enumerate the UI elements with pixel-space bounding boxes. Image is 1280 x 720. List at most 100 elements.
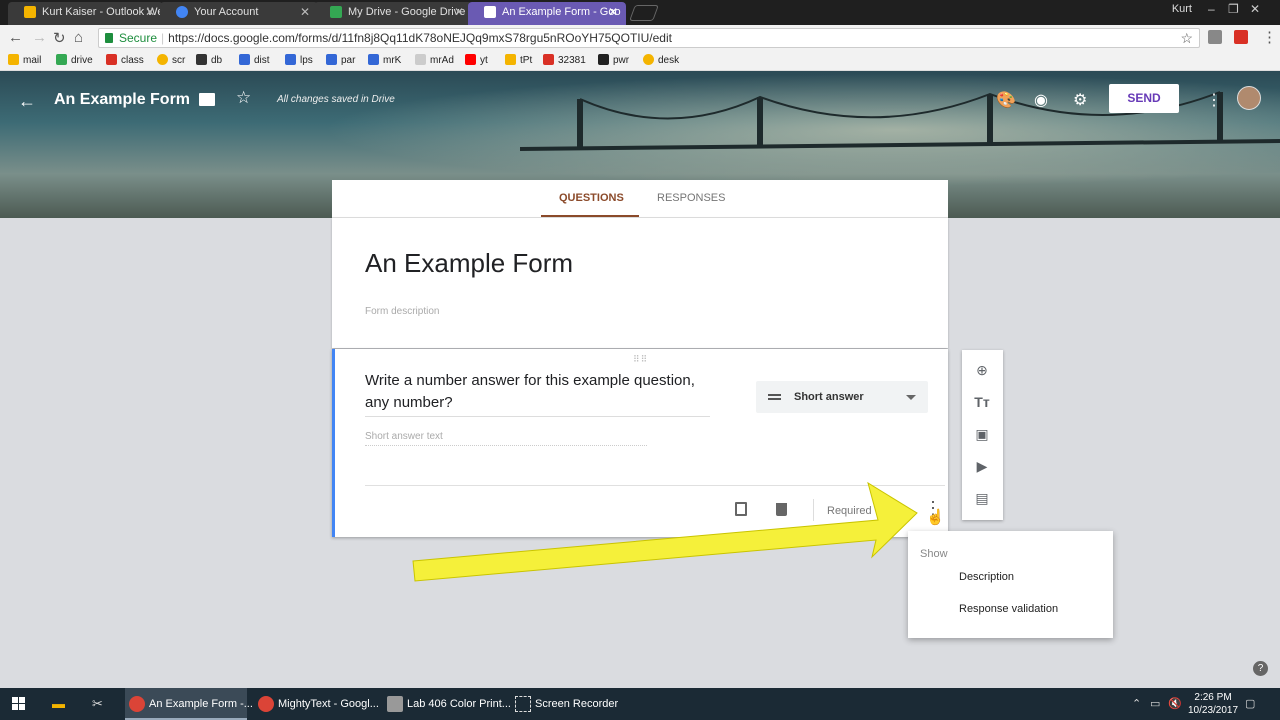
printer-icon (387, 696, 403, 712)
active-tab-indicator (541, 215, 639, 217)
question-type-dropdown[interactable]: Short answer (756, 381, 928, 413)
tab-label: An Example Form - Goo (502, 6, 621, 18)
bookmark-item[interactable]: dist (239, 54, 270, 66)
bookmark-item[interactable]: pwr (598, 54, 629, 66)
bookmark-item[interactable]: mrK (368, 54, 401, 66)
forward-icon[interactable]: → (32, 29, 47, 46)
more-options-icon[interactable]: ⋮ (1206, 90, 1222, 110)
browser-tab-drive[interactable]: My Drive - Google Drive ✕ (314, 2, 472, 25)
bookmarks-bar: mail drive class scr db dist lps par mrK… (0, 51, 1280, 71)
bookmark-item[interactable]: mail (8, 54, 41, 66)
duplicate-icon[interactable] (735, 502, 747, 516)
avatar[interactable] (1237, 86, 1261, 110)
screen-recorder-icon (515, 696, 531, 712)
dropdown-caret-icon (906, 395, 916, 400)
extension-icon[interactable] (1234, 30, 1248, 44)
bookmark-item[interactable]: 32381 (543, 54, 586, 66)
bookmark-item[interactable]: drive (56, 54, 93, 66)
volume-muted-icon[interactable]: 🔇 (1168, 697, 1182, 710)
browser-tab-account[interactable]: Your Account ✕ (160, 2, 318, 25)
close-tab-icon[interactable]: ✕ (608, 2, 618, 22)
browser-tab-form[interactable]: An Example Form - Goo ✕ (468, 2, 626, 25)
network-icon[interactable]: ▭ (1150, 697, 1160, 710)
secure-label: Secure (119, 31, 158, 45)
lock-icon (105, 33, 113, 43)
browser-tab-outlook[interactable]: Kurt Kaiser - Outlook We ✕ (8, 2, 163, 25)
divider (365, 485, 945, 486)
help-icon[interactable]: ? (1253, 661, 1268, 676)
snipping-tool-icon[interactable]: ✂ (92, 696, 103, 712)
file-explorer-icon[interactable]: ▬ (52, 696, 65, 711)
tab-questions[interactable]: QUESTIONS (559, 192, 624, 204)
preview-eye-icon[interactable]: ◉ (1034, 90, 1048, 110)
taskbar-item-printer[interactable]: Lab 406 Color Print... (383, 688, 511, 720)
bookmark-item[interactable]: db (196, 54, 222, 66)
star-icon[interactable]: ☆ (236, 88, 251, 108)
profile-name[interactable]: Kurt (1172, 3, 1192, 15)
add-question-icon[interactable]: ⊕ (974, 362, 990, 378)
back-icon[interactable]: ← (8, 29, 23, 46)
restore-icon[interactable]: ❐ (1228, 2, 1239, 16)
delete-trash-icon[interactable] (776, 503, 787, 516)
forms-favicon-icon (484, 6, 496, 18)
chrome-icon (129, 696, 145, 712)
chrome-menu-icon[interactable]: ⋮ (1262, 28, 1277, 46)
bookmark-item[interactable]: yt (465, 54, 488, 66)
clock-time: 2:26 PM (1194, 692, 1232, 703)
palette-icon[interactable]: 🎨 (996, 90, 1016, 110)
required-toggle-label[interactable]: Required (827, 505, 872, 517)
form-title[interactable]: An Example Form (365, 248, 573, 279)
windows-start-icon[interactable] (12, 697, 26, 711)
drive-favicon-icon (330, 6, 342, 18)
close-window-icon[interactable]: ✕ (1250, 2, 1260, 16)
bookmark-item[interactable]: scr (157, 54, 185, 66)
bookmark-item[interactable]: lps (285, 54, 313, 66)
new-tab-button[interactable] (629, 5, 659, 21)
form-title-card (332, 218, 948, 348)
minimize-icon[interactable]: – (1208, 2, 1215, 16)
drag-handle-icon[interactable]: ⠿⠿ (633, 354, 648, 365)
taskbar-item-mightytext[interactable]: MightyText - Googl... (254, 688, 379, 720)
folder-icon[interactable] (199, 93, 215, 106)
close-tab-icon[interactable]: ✕ (454, 2, 464, 22)
bookmark-item[interactable]: tPt (505, 54, 532, 66)
chrome-icon (258, 696, 274, 712)
add-section-icon[interactable]: ▤ (974, 490, 990, 506)
header-form-title[interactable]: An Example Form (54, 91, 190, 109)
bookmark-item[interactable]: desk (643, 54, 679, 66)
tab-responses[interactable]: RESPONSES (657, 192, 725, 204)
settings-gear-icon[interactable]: ⚙ (1073, 90, 1087, 110)
url-text: https://docs.google.com/forms/d/11fn8j8Q… (168, 31, 672, 45)
bookmark-item[interactable]: class (106, 54, 144, 66)
send-button[interactable]: SEND (1109, 84, 1179, 113)
add-title-icon[interactable]: Tт (974, 394, 990, 410)
menu-item-response-validation[interactable]: Response validation (959, 603, 1058, 615)
question-title-input[interactable]: Write a number answer for this example q… (365, 370, 710, 417)
tray-chevron-icon[interactable]: ⌃ (1132, 697, 1141, 710)
taskbar-clock[interactable]: 2:26 PM 10/23/2017 (1188, 691, 1238, 717)
url-bar[interactable]: Secure | https://docs.google.com/forms/d/1… (98, 28, 1200, 48)
address-toolbar: ← → ↻ ⌂ Secure | https://docs.google.com/f… (0, 25, 1280, 51)
bookmark-item[interactable]: mrAd (415, 54, 454, 66)
taskbar-item-chrome-form[interactable]: An Example Form -... (125, 688, 253, 720)
bookmark-star-icon[interactable]: ☆ (1180, 29, 1193, 47)
home-icon[interactable]: ⌂ (74, 29, 83, 46)
save-status: All changes saved in Drive (277, 94, 395, 105)
notifications-icon[interactable]: ▢ (1245, 697, 1255, 710)
extension-icon[interactable] (1208, 30, 1222, 44)
add-video-icon[interactable]: ▶ (974, 458, 990, 474)
back-arrow-icon[interactable]: ← (18, 91, 36, 112)
google-favicon-icon (176, 6, 188, 18)
question-type-label: Short answer (794, 391, 864, 403)
add-image-icon[interactable]: ▣ (974, 426, 990, 442)
hand-cursor-icon: ☝ (926, 509, 945, 526)
reload-icon[interactable]: ↻ (53, 29, 66, 47)
taskbar-item-screen-recorder[interactable]: Screen Recorder (511, 688, 633, 720)
tab-label: Your Account (194, 6, 259, 18)
close-tab-icon[interactable]: ✕ (300, 2, 310, 22)
bookmark-item[interactable]: par (326, 54, 355, 66)
short-answer-placeholder: Short answer text (365, 431, 647, 446)
menu-item-description[interactable]: Description (959, 571, 1014, 583)
close-tab-icon[interactable]: ✕ (145, 2, 155, 22)
form-description-field[interactable]: Form description (365, 306, 439, 317)
